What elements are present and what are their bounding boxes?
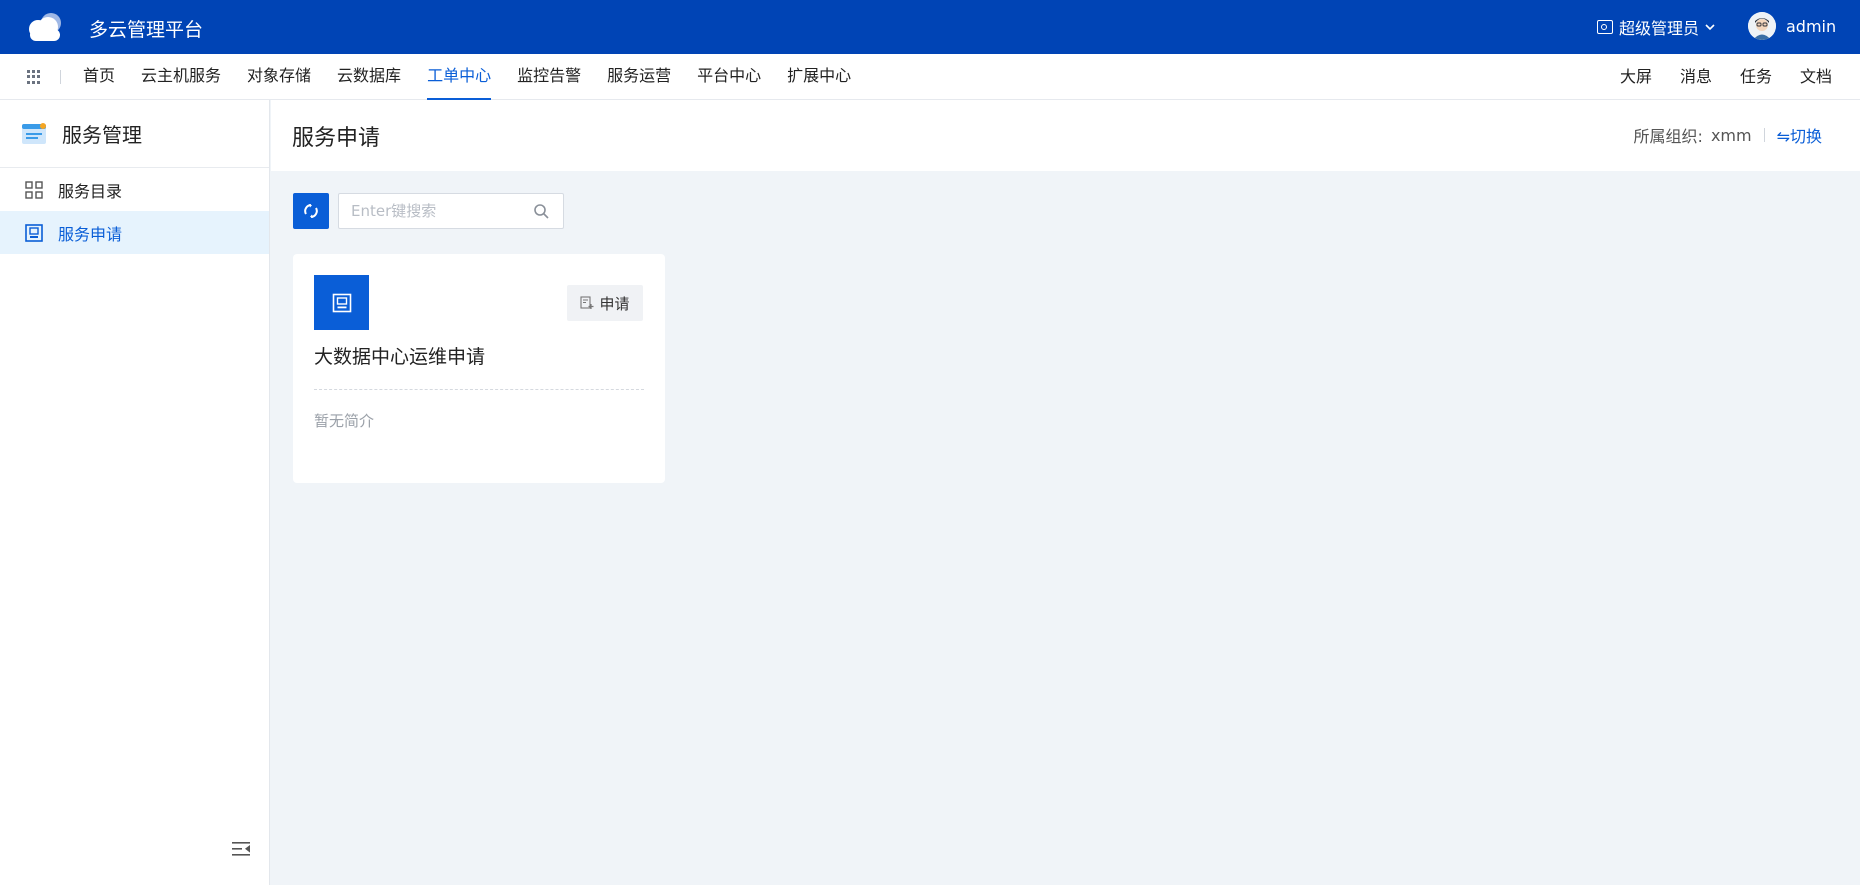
- menu-item-tasks[interactable]: 任务: [1740, 54, 1772, 100]
- grid-icon: [25, 180, 43, 199]
- divider: [314, 389, 644, 390]
- sidebar-item-service-request[interactable]: 服务申请: [0, 211, 269, 254]
- sidebar-item-service-catalog[interactable]: 服务目录: [0, 168, 269, 211]
- switch-org-link[interactable]: ⇋切换: [1777, 123, 1822, 147]
- service-card[interactable]: 申请 大数据中心运维申请 暂无简介: [293, 254, 665, 483]
- menu-item-platform-center[interactable]: 平台中心: [697, 54, 761, 100]
- sidebar-item-label: 服务申请: [58, 224, 123, 244]
- apply-button[interactable]: 申请: [567, 285, 643, 321]
- menu-item-big-screen[interactable]: 大屏: [1620, 54, 1652, 100]
- user-menu[interactable]: admin: [1748, 12, 1836, 40]
- role-dropdown[interactable]: 超级管理员: [1597, 15, 1715, 39]
- org-value: xmm: [1710, 125, 1752, 145]
- search-box: [338, 193, 564, 229]
- main-menu: 首页 云主机服务 对象存储 云数据库 工单中心 监控告警 服务运营 平台中心 扩…: [83, 54, 877, 100]
- menu-item-ticket-center[interactable]: 工单中心: [427, 54, 492, 100]
- id-card-icon: [1597, 20, 1613, 34]
- page-title: 服务申请: [292, 126, 381, 151]
- collapse-sidebar-icon[interactable]: [231, 840, 251, 858]
- avatar: [1748, 12, 1776, 40]
- menu-item-extension-center[interactable]: 扩展中心: [787, 54, 851, 100]
- main-menu-bar: 首页 云主机服务 对象存储 云数据库 工单中心 监控告警 服务运营 平台中心 扩…: [0, 54, 1860, 100]
- apps-grid-icon[interactable]: [27, 70, 41, 84]
- apply-icon: [580, 296, 594, 309]
- service-card-icon: [314, 275, 369, 330]
- search-icon[interactable]: [533, 203, 549, 219]
- toolbar: [271, 171, 1860, 233]
- apply-label: 申请: [599, 294, 630, 313]
- sidebar-title: 服务管理: [62, 123, 142, 147]
- search-input[interactable]: [339, 194, 519, 228]
- menu-item-docs[interactable]: 文档: [1800, 54, 1832, 100]
- menu-item-home[interactable]: 首页: [83, 54, 115, 100]
- chevron-down-icon: [1705, 24, 1715, 31]
- sidebar-item-label: 服务目录: [58, 181, 123, 201]
- app-title: 多云管理平台: [89, 19, 204, 41]
- sidebar: 服务管理 服务目录 服务申请: [0, 100, 270, 885]
- refresh-button[interactable]: [293, 193, 329, 229]
- org-label: 所属组织:: [1633, 127, 1703, 146]
- page-header: 服务申请 所属组织: xmm ⇋切换: [271, 100, 1860, 171]
- service-card-title: 大数据中心运维申请: [314, 346, 486, 368]
- menu-item-cloud-database[interactable]: 云数据库: [337, 54, 401, 100]
- username: admin: [1786, 16, 1837, 36]
- top-header: 多云管理平台 超级管理员 admin: [0, 0, 1860, 54]
- menu-item-service-ops[interactable]: 服务运营: [607, 54, 671, 100]
- sidebar-header: 服务管理: [0, 100, 269, 168]
- service-card-description: 暂无简介: [314, 412, 375, 430]
- menu-item-monitoring[interactable]: 监控告警: [517, 54, 581, 100]
- divider: [1763, 128, 1765, 142]
- menu-item-cloud-host[interactable]: 云主机服务: [141, 54, 221, 100]
- form-icon: [332, 293, 351, 312]
- divider: [60, 70, 61, 84]
- service-management-icon: [22, 122, 46, 144]
- organization-info: 所属组织: xmm ⇋切换: [1634, 123, 1822, 147]
- cloud-logo-icon: [29, 13, 61, 41]
- refresh-icon: [304, 204, 318, 218]
- menu-item-object-storage[interactable]: 对象存储: [247, 54, 311, 100]
- form-icon: [25, 223, 43, 242]
- role-label: 超级管理员: [1619, 19, 1700, 38]
- right-menu: 大屏 消息 任务 文档: [1592, 54, 1832, 100]
- menu-item-messages[interactable]: 消息: [1680, 54, 1712, 100]
